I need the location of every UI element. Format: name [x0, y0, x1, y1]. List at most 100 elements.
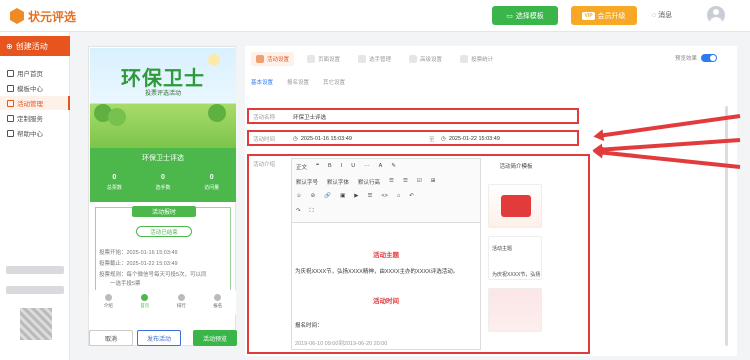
list-icon	[7, 99, 14, 107]
font-family-select[interactable]: 默认字体	[327, 178, 349, 186]
settings-panel: 活动设置 页面设置 选手管理 高级设置 投票统计 预览效果 基本设置 报名设置 …	[245, 46, 737, 356]
avatar[interactable]	[707, 6, 725, 24]
content-heading: 活动主题	[373, 252, 399, 259]
content-paragraph: 2019-06-10 09:00到2019-06-20 20:00	[295, 341, 388, 347]
activity-name-field[interactable]: 活动名称 环保卫士评选	[247, 108, 579, 124]
sidebar-item-custom-service[interactable]: 定制服务	[0, 111, 70, 125]
poster-title: 环保卫士	[121, 68, 205, 90]
undo-icon[interactable]: ↶	[409, 193, 414, 199]
qr-code	[20, 308, 52, 340]
align-icon[interactable]: ⊞	[431, 178, 436, 186]
toolbar-row-2: 默认字号 默认字体 默认行高 ☰ ☰ ☑ ⊞	[296, 178, 435, 186]
poster-banner: 环保卫士 投票评选活动	[90, 48, 236, 148]
phone-preview: 环保卫士 投票评选活动 环保卫士评选 0 总票数 0 选手数 0 访问量 活动报…	[88, 46, 237, 346]
editor-toolbar: 正文 ❝ B I U ··· A ✎ 默认字号 默认字体 默认行高 ☰ ☰ ☑ …	[292, 159, 480, 223]
emoji-icon[interactable]: ☺	[296, 193, 302, 199]
chart-icon	[460, 55, 469, 63]
font-color-icon[interactable]: A	[379, 163, 383, 171]
todo-icon[interactable]: ☑	[417, 178, 422, 186]
vip-upgrade-button[interactable]: VIP 会员升级	[571, 6, 637, 25]
settings-icon	[256, 55, 264, 63]
publish-button[interactable]: 发布活动	[137, 330, 181, 346]
rich-text-editor[interactable]: 正文 ❝ B I U ··· A ✎ 默认字号 默认字体 默认行高 ☰ ☰ ☑ …	[291, 158, 481, 350]
link-icon[interactable]: 🔗	[324, 193, 331, 199]
indent-icon[interactable]: ⊘	[311, 193, 316, 199]
tree-graphic	[208, 104, 226, 122]
brand-logo[interactable]: 状元评选	[10, 7, 76, 25]
cancel-button[interactable]: 取消	[89, 330, 133, 346]
advanced-icon	[409, 55, 418, 63]
messages-link[interactable]: ◌ 消息	[652, 10, 672, 20]
nav-ranking[interactable]: 排行	[163, 290, 200, 314]
choose-template-button[interactable]: ▭ 选择模板	[492, 6, 558, 25]
end-date-value: 2025-01-22 15:03:49	[448, 135, 500, 142]
tab-activity-settings[interactable]: 活动设置	[251, 52, 295, 66]
start-date-picker[interactable]: ◷ 2025-01-16 15:03:49	[293, 134, 352, 143]
template-icon	[7, 84, 14, 92]
tab-label: 页面设置	[318, 57, 341, 63]
quote-icon[interactable]: ❝	[316, 163, 319, 171]
template-card-title: 活动主题	[492, 246, 513, 252]
tab-page-settings[interactable]: 页面设置	[302, 52, 345, 66]
tab-label: 投票统计	[471, 57, 494, 63]
video-icon[interactable]: ▶	[354, 193, 358, 199]
home-icon	[141, 294, 149, 301]
number-list-icon[interactable]: ☰	[403, 178, 408, 186]
underline-icon[interactable]: U	[351, 163, 355, 171]
activity-time-field: 活动时间 ◷ 2025-01-16 15:03:49 至 ◷ 2025-01-2…	[247, 130, 579, 146]
brand-name: 状元评选	[28, 9, 77, 24]
preview-toggle[interactable]	[701, 54, 718, 62]
create-activity-label: 创建活动	[15, 41, 48, 51]
tab-contestant-management[interactable]: 选手管理	[353, 52, 396, 66]
vote-rule-line-2: 一选手投5票	[110, 281, 141, 287]
template-card[interactable]	[488, 288, 542, 332]
tree-graphic	[108, 108, 126, 126]
tab-vote-statistics[interactable]: 投票统计	[455, 52, 498, 66]
preview-button[interactable]: 活动预览	[193, 330, 237, 346]
preview-toggle-group: 预览效果	[675, 54, 718, 62]
image-icon[interactable]: ▣	[340, 193, 345, 199]
intro-icon	[104, 294, 112, 301]
tab-advanced-settings[interactable]: 高级设置	[404, 52, 447, 66]
line-height-select[interactable]: 默认行高	[358, 178, 380, 186]
fullscreen-icon[interactable]: ⛶	[310, 208, 314, 215]
nav-intro[interactable]: 介绍	[90, 290, 127, 314]
highlight-icon[interactable]: ✎	[391, 163, 396, 171]
code-icon[interactable]: <>	[381, 193, 387, 199]
stat-visits: 0 访问量	[187, 168, 236, 202]
subtab-basic[interactable]: 基本设置	[251, 78, 273, 86]
nav-signup[interactable]: 报名	[200, 290, 237, 314]
create-icon: ⊕	[6, 41, 13, 51]
template-panel-title: 活动简介模板	[499, 164, 533, 170]
paragraph-select[interactable]: 正文	[296, 163, 307, 171]
template-card[interactable]: 活动主题 为庆祝XXXX节，弘扬	[488, 236, 542, 280]
sidebar-item-home[interactable]: 用户首页	[0, 66, 70, 80]
user-icon	[358, 55, 367, 63]
blurred-contact	[6, 266, 64, 274]
bold-icon[interactable]: B	[328, 163, 332, 171]
create-activity-button[interactable]: ⊕ 创建活动	[0, 36, 70, 56]
template-panel: 活动简介模板 活动主题 为庆祝XXXX节，弘扬	[484, 158, 548, 350]
subtab-other[interactable]: 其它设置	[323, 78, 345, 86]
end-date-picker[interactable]: ◷ 2025-01-22 15:03:49	[441, 134, 500, 143]
nav-home[interactable]: 首页	[127, 290, 164, 314]
sub-tabs: 基本设置 报名设置 其它设置	[251, 78, 345, 86]
redo-icon[interactable]: ↷	[296, 208, 301, 215]
activity-name-input[interactable]: 环保卫士评选	[293, 113, 326, 121]
italic-icon[interactable]: I	[341, 163, 343, 171]
tab-label: 活动设置	[267, 57, 290, 63]
font-size-select[interactable]: 默认字号	[296, 178, 318, 186]
sidebar-item-help[interactable]: 帮助中心	[0, 126, 70, 140]
sidebar-item-activity-management[interactable]: 活动管理	[0, 96, 70, 110]
table-icon[interactable]: ☰	[368, 193, 373, 199]
sidebar-item-templates[interactable]: 模板中心	[0, 81, 70, 95]
template-card[interactable]	[488, 184, 542, 228]
subtab-signup[interactable]: 报名设置	[287, 78, 309, 86]
activity-intro-label: 活动介绍	[253, 162, 276, 168]
more-icon[interactable]: ···	[364, 163, 370, 171]
template-thumbnail	[501, 195, 531, 217]
bullet-list-icon[interactable]: ☰	[389, 178, 394, 186]
divider-icon[interactable]: ⌂	[397, 193, 400, 199]
top-bar: 状元评选 ▭ 选择模板 VIP 会员升级 ◌ 消息	[0, 0, 750, 32]
tab-label: 选手管理	[369, 57, 392, 63]
